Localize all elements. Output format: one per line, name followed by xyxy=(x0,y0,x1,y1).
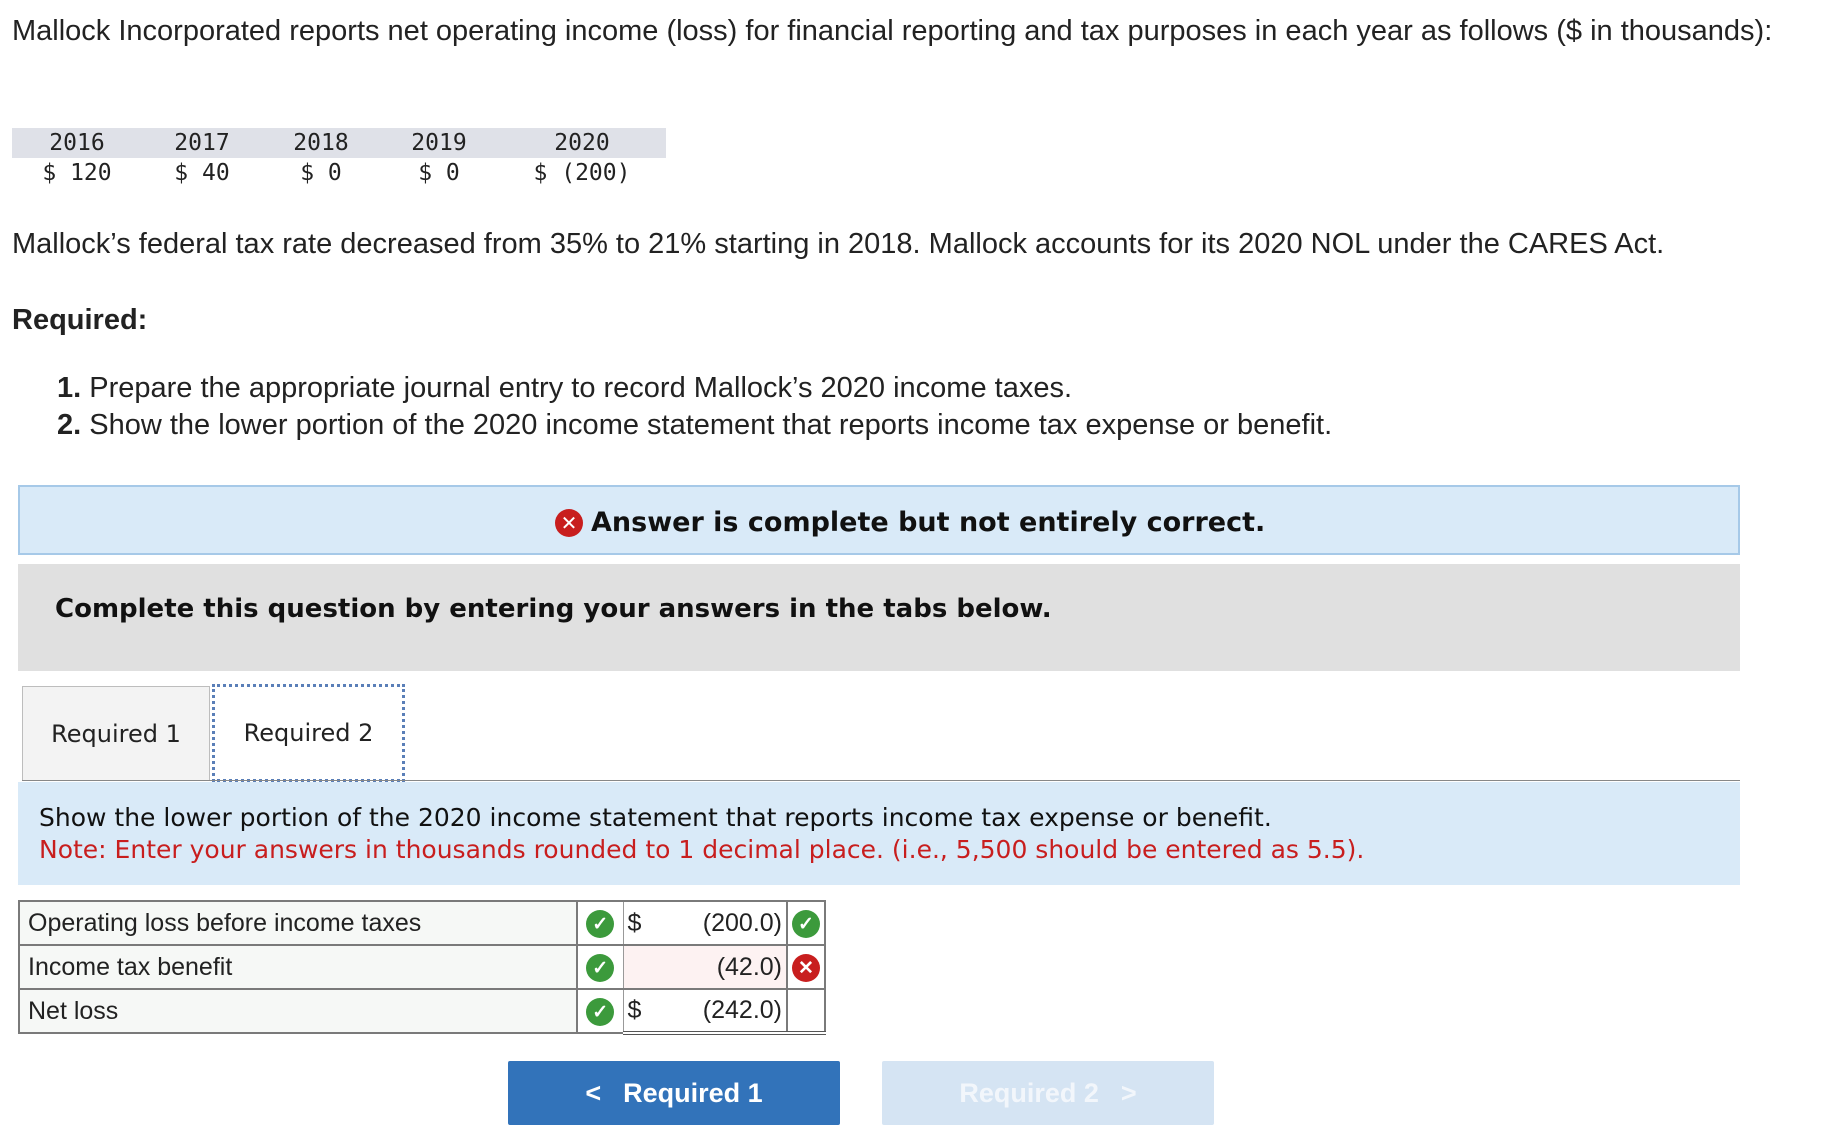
value-status-cell xyxy=(787,988,826,1035)
table-row: Income tax benefit ✓ (42.0) ✕ xyxy=(18,944,826,990)
table-row: Net loss ✓ $ (242.0) xyxy=(18,988,826,1035)
year-amount: $ 120 xyxy=(42,160,112,186)
required-item-2: 2. Show the lower portion of the 2020 in… xyxy=(57,407,1332,444)
row-check-cell: ✓ xyxy=(577,988,623,1034)
prev-required-button[interactable]: < Required 1 xyxy=(508,1061,840,1125)
check-icon: ✓ xyxy=(586,998,615,1027)
check-icon: ✓ xyxy=(586,910,615,939)
row-check-cell: ✓ xyxy=(577,900,623,946)
result-banner: ✕ Answer is complete but not entirely co… xyxy=(18,485,1740,555)
tab-panel-header: Show the lower portion of the 2020 incom… xyxy=(18,782,1740,885)
year-table: 2016 2017 2018 2019 2020 $ 120 $ 40 $ 0 … xyxy=(12,128,666,188)
chevron-right-icon: > xyxy=(1120,1077,1137,1108)
year-amount: $ (200) xyxy=(533,160,631,186)
problem-intro: Mallock Incorporated reports net operati… xyxy=(12,15,1773,47)
tab-required-1[interactable]: Required 1 xyxy=(22,686,210,780)
instructions-panel: Complete this question by entering your … xyxy=(18,564,1740,671)
year-header: 2016 xyxy=(12,128,142,158)
year-header: 2017 xyxy=(142,128,262,158)
year-amount: $ 0 xyxy=(300,160,342,186)
incorrect-icon: ✕ xyxy=(555,508,583,537)
table-row: Operating loss before income taxes ✓ $ (… xyxy=(18,900,826,946)
required-number: 2. xyxy=(57,409,82,441)
year-amount: $ 40 xyxy=(174,160,230,186)
required-number: 1. xyxy=(57,372,82,404)
panel-note: Note: Enter your answers in thousands ro… xyxy=(39,835,1365,864)
year-header: 2018 xyxy=(262,128,380,158)
chevron-left-icon: < xyxy=(585,1077,602,1108)
check-icon: ✓ xyxy=(586,954,615,983)
answer-table: Operating loss before income taxes ✓ $ (… xyxy=(18,900,826,1035)
value-status-cell: ✕ xyxy=(787,944,826,990)
incorrect-icon: ✕ xyxy=(792,954,820,983)
tab-required-2[interactable]: Required 2 xyxy=(212,684,405,782)
banner-message-wrap: ✕ Answer is complete but not entirely co… xyxy=(555,507,1265,538)
next-required-button[interactable]: Required 2 > xyxy=(882,1061,1214,1125)
tab-divider xyxy=(22,780,1740,781)
panel-prompt: Show the lower portion of the 2020 incom… xyxy=(39,803,1272,832)
currency-symbol: $ xyxy=(622,900,657,946)
year-amount: $ 0 xyxy=(418,160,460,186)
banner-message: Answer is complete but not entirely corr… xyxy=(591,507,1266,538)
instructions-text: Complete this question by entering your … xyxy=(55,594,1052,624)
row-label: Net loss xyxy=(18,988,578,1034)
required-text: Show the lower portion of the 2020 incom… xyxy=(89,409,1333,441)
amount-input[interactable]: (242.0) xyxy=(657,988,788,1035)
required-text: Prepare the appropriate journal entry to… xyxy=(89,372,1073,404)
year-header: 2020 xyxy=(498,128,666,158)
row-check-cell: ✓ xyxy=(577,944,623,990)
required-heading: Required: xyxy=(12,304,148,336)
tab-panel-text: Show the lower portion of the 2020 incom… xyxy=(39,802,1364,866)
value-status-cell: ✓ xyxy=(787,900,826,946)
next-button-label: Required 2 xyxy=(959,1077,1099,1108)
check-icon: ✓ xyxy=(792,910,820,939)
row-label: Income tax benefit xyxy=(18,944,578,990)
amount-input[interactable]: (42.0) xyxy=(657,944,788,990)
row-label: Operating loss before income taxes xyxy=(18,900,578,946)
amount-input[interactable]: (200.0) xyxy=(657,900,788,946)
year-header: 2019 xyxy=(380,128,498,158)
required-list: 1. Prepare the appropriate journal entry… xyxy=(57,370,1332,444)
tax-rate-text: Mallock’s federal tax rate decreased fro… xyxy=(12,228,1665,260)
prev-button-label: Required 1 xyxy=(623,1077,763,1108)
currency-symbol: $ xyxy=(622,988,657,1035)
required-item-1: 1. Prepare the appropriate journal entry… xyxy=(57,370,1332,407)
currency-symbol xyxy=(622,944,657,990)
